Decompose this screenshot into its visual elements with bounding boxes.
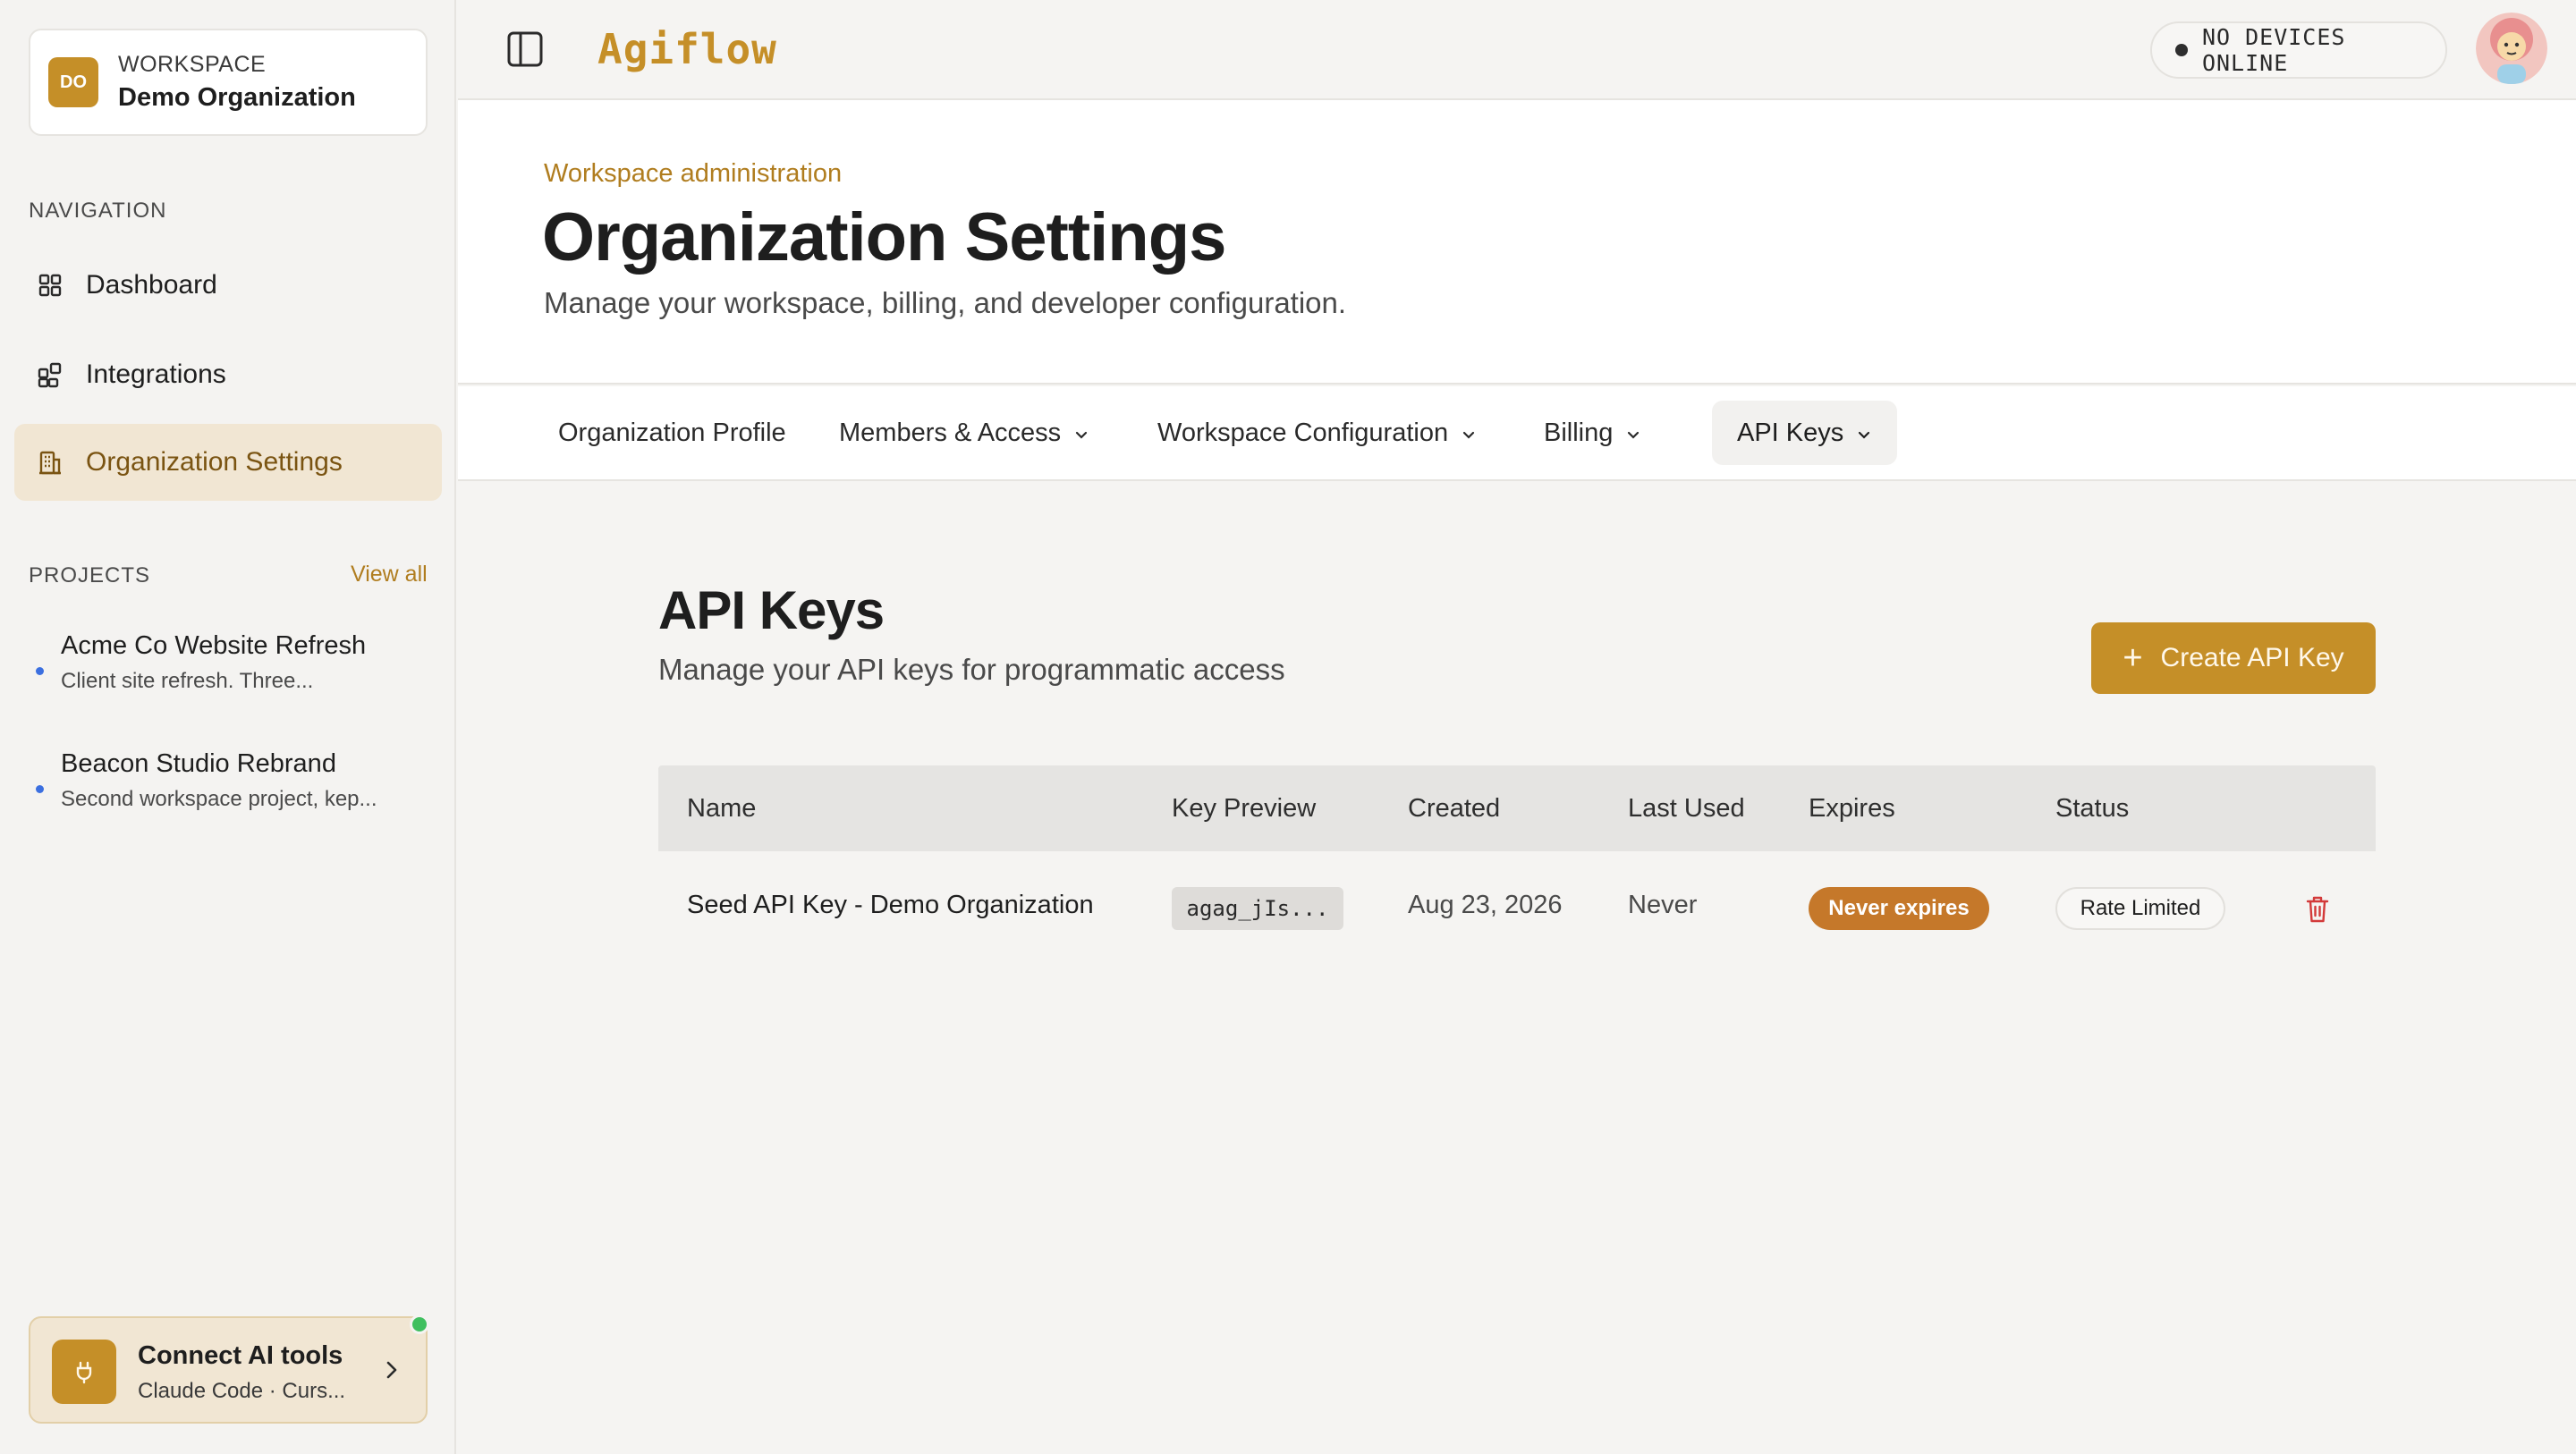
- grid-icon: [36, 271, 64, 300]
- chevron-down-icon: [1625, 418, 1641, 448]
- sidebar-item-label: Dashboard: [86, 270, 217, 300]
- create-api-key-label: Create API Key: [2160, 643, 2344, 672]
- tab-organization-profile[interactable]: Organization Profile: [533, 401, 811, 465]
- column-header-expires: Expires: [1809, 794, 1895, 823]
- tab-label: Workspace Configuration: [1157, 418, 1449, 447]
- page-subtitle: Manage your workspace, billing, and deve…: [544, 286, 1347, 319]
- chevron-down-icon: [1073, 418, 1089, 448]
- project-status-dot: [36, 785, 44, 793]
- building-icon: [36, 448, 64, 477]
- column-header-name: Name: [687, 794, 757, 823]
- navigation-section-label: NAVIGATION: [29, 199, 167, 223]
- sidebar-item-integrations[interactable]: Integrations: [14, 336, 442, 413]
- chevron-right-icon: [383, 1357, 401, 1387]
- settings-tabs: Organization Profile Members & Access Wo…: [458, 386, 2576, 481]
- tab-label: Organization Profile: [558, 418, 786, 447]
- devices-status-text: NO DEVICES ONLINE: [2201, 24, 2346, 76]
- page-header: Workspace administration Organization Se…: [458, 100, 2576, 385]
- workspace-text: WORKSPACE Demo Organization: [118, 52, 356, 113]
- create-api-key-button[interactable]: + Create API Key: [2091, 622, 2376, 694]
- project-description: Client site refresh. Three...: [61, 669, 314, 693]
- sidebar-toggle-button[interactable]: [504, 29, 547, 72]
- workspace-avatar: DO: [48, 57, 98, 107]
- project-item[interactable]: Beacon Studio Rebrand Second workspace p…: [29, 749, 428, 835]
- project-description: Second workspace project, kep...: [61, 787, 377, 811]
- connect-subtitle: Claude Code · Curs...: [138, 1379, 346, 1403]
- brand-logo: Agiflow: [597, 25, 777, 73]
- sidebar: DO WORKSPACE Demo Organization NAVIGATIO…: [0, 0, 456, 1454]
- api-key-created: Aug 23, 2026: [1408, 891, 1563, 919]
- table-header: Name Key Preview Created Last Used Expir…: [658, 765, 2376, 851]
- page-title: Organization Settings: [542, 199, 1226, 275]
- tab-api-keys[interactable]: API Keys: [1712, 401, 1898, 465]
- sidebar-item-label: Integrations: [86, 359, 226, 389]
- table-row: Seed API Key - Demo Organization agag_jI…: [658, 851, 2376, 968]
- project-status-dot: [36, 667, 44, 675]
- chevron-down-icon: [1461, 418, 1477, 448]
- view-all-projects-link[interactable]: View all: [351, 562, 428, 588]
- user-avatar[interactable]: [2476, 13, 2547, 84]
- workspace-switcher[interactable]: DO WORKSPACE Demo Organization: [29, 29, 428, 136]
- api-key-preview: agag_jIs...: [1172, 887, 1343, 930]
- workspace-name: Demo Organization: [118, 83, 356, 112]
- online-status-dot: [410, 1315, 429, 1334]
- top-bar: Agiflow NO DEVICES ONLINE: [458, 0, 2576, 100]
- status-badge: Rate Limited: [2055, 887, 2225, 930]
- tab-members-access[interactable]: Members & Access: [814, 401, 1114, 465]
- connect-ai-tools-card[interactable]: Connect AI tools Claude Code · Curs...: [29, 1316, 428, 1424]
- api-keys-title: API Keys: [658, 580, 885, 640]
- trash-icon[interactable]: [2304, 894, 2333, 925]
- column-header-created: Created: [1408, 794, 1501, 823]
- column-header-key-preview: Key Preview: [1172, 794, 1317, 823]
- expires-badge: Never expires: [1809, 887, 1989, 930]
- api-key-name: Seed API Key - Demo Organization: [687, 891, 1094, 919]
- connect-title: Connect AI tools: [138, 1341, 343, 1370]
- workspace-label: WORKSPACE: [118, 52, 267, 77]
- project-name: Acme Co Website Refresh: [61, 631, 367, 660]
- tab-workspace-configuration[interactable]: Workspace Configuration: [1132, 401, 1502, 465]
- api-keys-subtitle: Manage your API keys for programmatic ac…: [658, 653, 1285, 686]
- project-item[interactable]: Acme Co Website Refresh Client site refr…: [29, 631, 428, 717]
- tab-label: Members & Access: [839, 418, 1062, 447]
- tab-label: API Keys: [1737, 418, 1844, 447]
- sidebar-item-dashboard[interactable]: Dashboard: [14, 247, 442, 324]
- api-key-last-used: Never: [1628, 891, 1698, 919]
- sidebar-item-organization-settings[interactable]: Organization Settings: [14, 424, 442, 501]
- projects-section-label: PROJECTS: [29, 563, 151, 588]
- page-eyebrow: Workspace administration: [544, 159, 843, 188]
- tab-billing[interactable]: Billing: [1519, 401, 1666, 465]
- column-header-last-used: Last Used: [1628, 794, 1745, 823]
- api-keys-table: Name Key Preview Created Last Used Expir…: [658, 765, 2376, 968]
- column-header-status: Status: [2055, 794, 2130, 823]
- plug-icon: [52, 1340, 116, 1404]
- sidebar-item-label: Organization Settings: [86, 447, 343, 477]
- status-dot: [2175, 44, 2188, 56]
- plus-icon: +: [2123, 639, 2143, 677]
- devices-status-pill[interactable]: NO DEVICES ONLINE: [2150, 21, 2447, 79]
- project-name: Beacon Studio Rebrand: [61, 749, 336, 778]
- chevron-down-icon: [1856, 418, 1872, 448]
- puzzle-icon: [36, 360, 64, 389]
- tab-label: Billing: [1544, 418, 1614, 447]
